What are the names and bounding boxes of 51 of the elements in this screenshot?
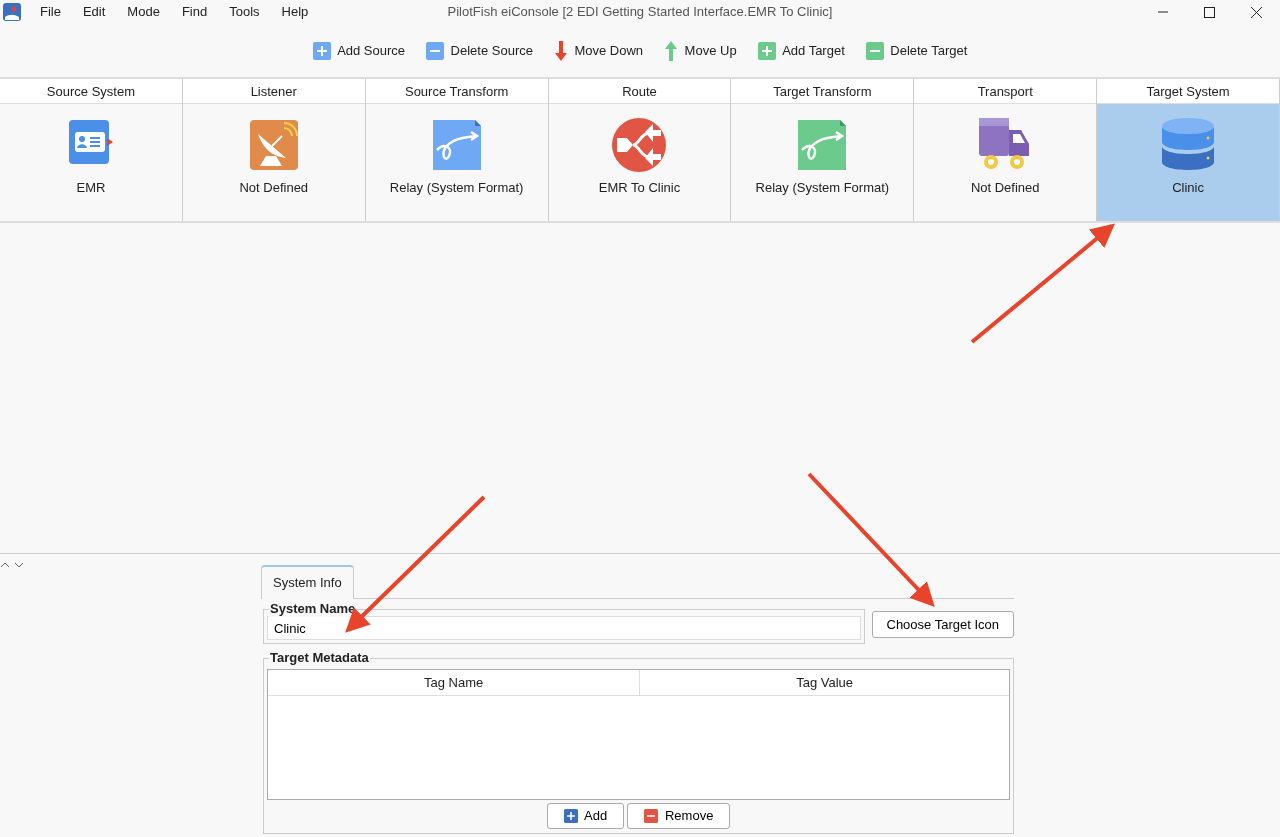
group-label: Target Metadata xyxy=(269,650,370,666)
window-title: PilotFish eiConsole [2 EDI Getting Started Interface.EMR To Clinic] xyxy=(447,3,833,22)
table-button[interactable]: Remove xyxy=(627,803,731,829)
menu-item[interactable]: File xyxy=(29,0,72,24)
app-logo-icon xyxy=(3,3,21,21)
group-label: System Name xyxy=(269,601,357,617)
menu-item[interactable]: Edit xyxy=(71,0,117,24)
tab[interactable]: System Info xyxy=(261,565,354,599)
stage-tile[interactable]: Not Defined xyxy=(182,104,365,221)
stage-label: Relay (System Format) xyxy=(389,179,524,197)
minus-icon xyxy=(644,809,659,823)
plus-icon xyxy=(563,809,578,823)
menu-item[interactable]: Tools xyxy=(218,0,271,24)
stage-label: EMR xyxy=(76,179,106,197)
name-field[interactable]: Clinic xyxy=(267,616,861,640)
choose-icon-button[interactable]: Choose Target Icon xyxy=(871,610,1014,639)
minimize-icon xyxy=(1158,11,1168,13)
column-header: Route xyxy=(548,79,731,104)
column-header: Tag Name xyxy=(268,670,640,696)
stage-label: Not Defined xyxy=(239,179,309,197)
column-header: Listener xyxy=(182,79,365,104)
table-button[interactable]: Add xyxy=(546,803,625,829)
menu-item[interactable]: Help xyxy=(270,0,320,24)
stage-tile[interactable]: Relay (System Format) xyxy=(365,104,548,221)
close-icon xyxy=(1251,6,1262,18)
stage-tile[interactable]: Not Defined xyxy=(914,104,1097,221)
toolbar-button[interactable]: Move Up xyxy=(660,38,741,63)
toolbar-button[interactable]: Delete Target xyxy=(861,38,972,63)
stage-label: EMR To Clinic xyxy=(598,179,681,197)
stage-label: Relay (System Format) xyxy=(755,179,890,197)
menu-item[interactable]: Find xyxy=(170,0,219,24)
stage-label: Clinic xyxy=(1172,179,1204,197)
stage-label: Not Defined xyxy=(970,179,1040,197)
stage-tile[interactable]: EMR To Clinic xyxy=(548,104,731,221)
stage-tile[interactable]: Relay (System Format) xyxy=(731,104,914,221)
maximize-icon xyxy=(1204,6,1215,18)
column-header: Target System xyxy=(1097,79,1279,104)
column-header: Transport xyxy=(914,79,1097,104)
database-icon xyxy=(1160,116,1217,172)
column-header: Source System xyxy=(0,79,182,104)
column-header: Target Transform xyxy=(731,79,914,104)
toolbar-button[interactable]: Delete Source xyxy=(422,38,537,63)
column-header: Source Transform xyxy=(365,79,548,104)
toolbar-button[interactable]: Add Target xyxy=(753,38,849,63)
stage-tile[interactable]: EMR xyxy=(0,104,182,221)
menu-item[interactable]: Mode xyxy=(116,0,171,24)
toolbar-button[interactable]: Add Source xyxy=(308,38,410,63)
stage-tile[interactable]: Clinic xyxy=(1097,104,1279,221)
column-header: Tag Value xyxy=(639,670,1009,696)
shuffle-icon xyxy=(611,116,668,172)
toolbar-button[interactable]: Move Down xyxy=(549,38,648,63)
